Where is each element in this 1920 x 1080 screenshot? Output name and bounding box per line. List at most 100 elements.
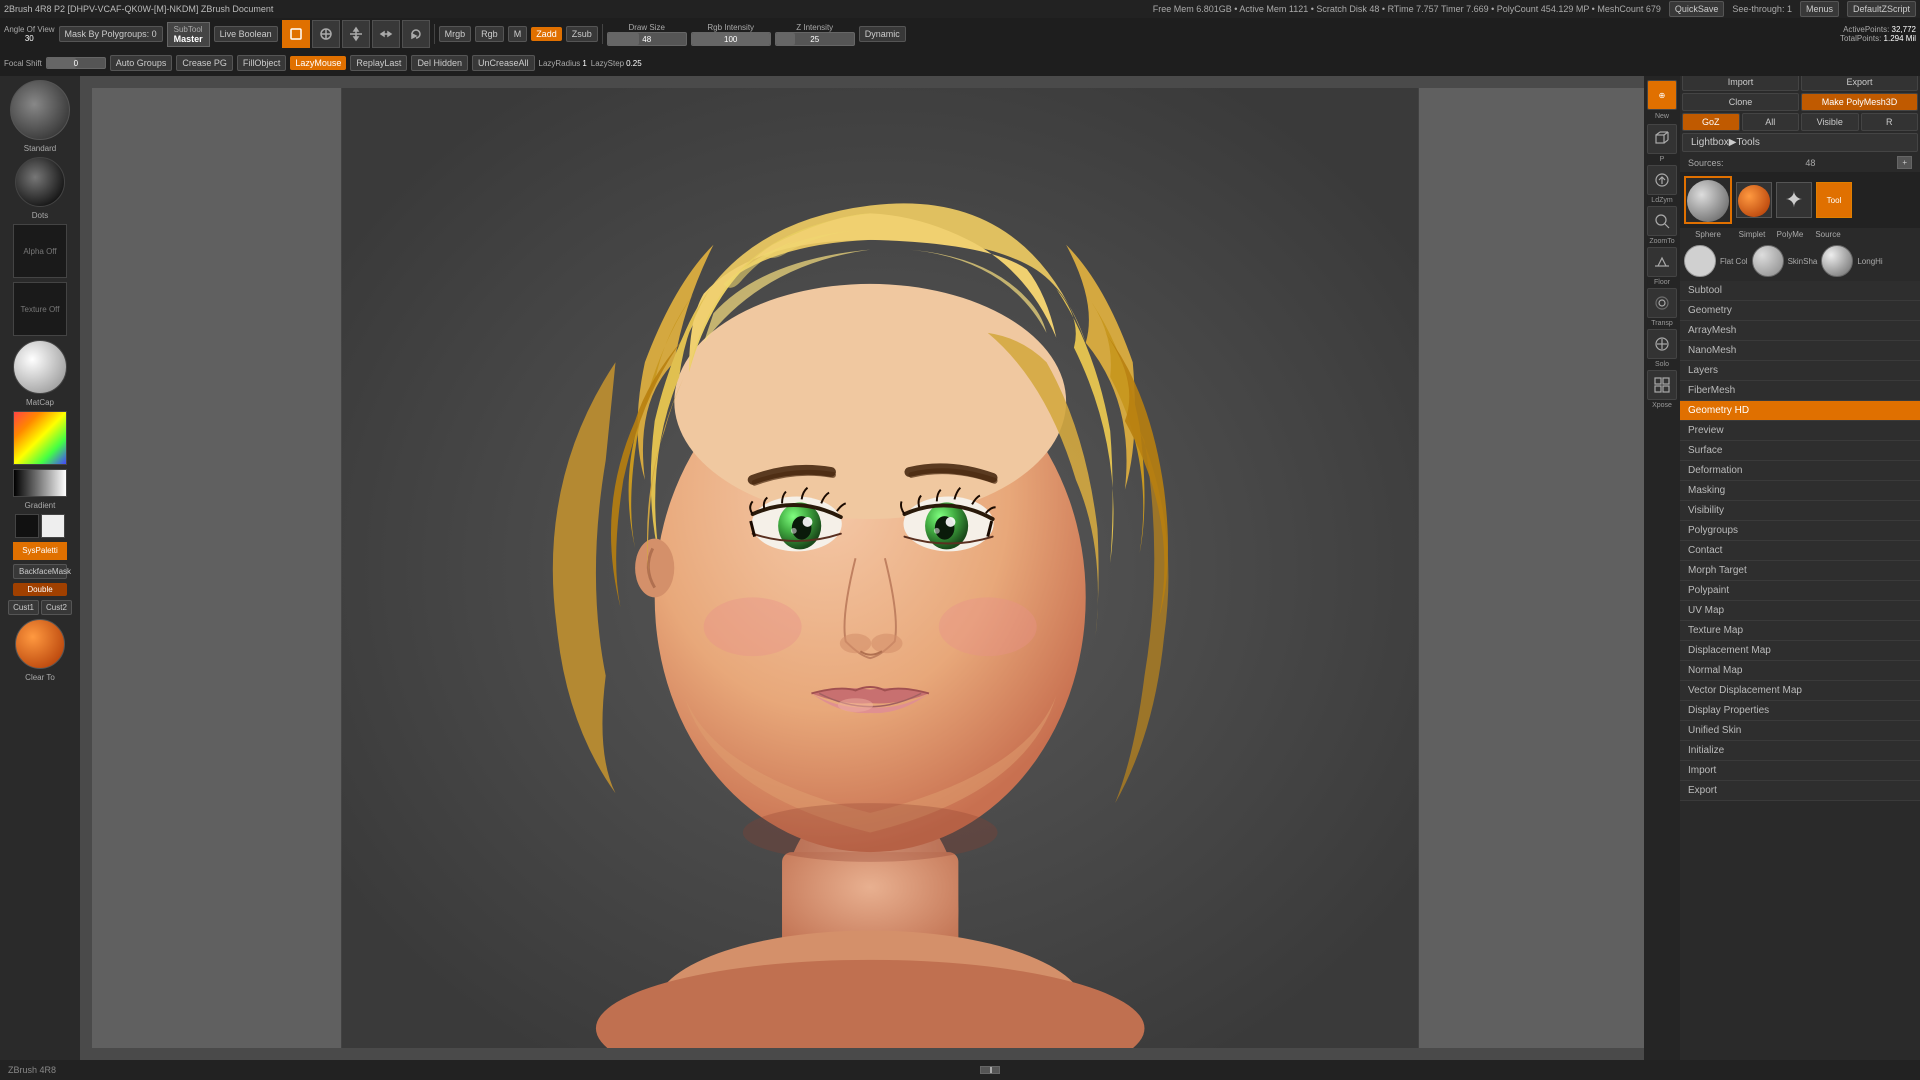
texture-box[interactable]: Texture Off: [13, 282, 67, 336]
tool-thumb-orange[interactable]: [1736, 182, 1772, 218]
edit-mode-btn[interactable]: [282, 20, 310, 48]
make-polymesh-btn[interactable]: Make PolyMesh3D: [1801, 93, 1918, 111]
menus-btn[interactable]: Menus: [1800, 1, 1839, 17]
subtool-item[interactable]: Subtool: [1680, 281, 1920, 301]
visible-btn[interactable]: Visible: [1801, 113, 1859, 131]
cust1-btn[interactable]: Cust1: [8, 600, 39, 615]
texture-map-item[interactable]: Texture Map: [1680, 621, 1920, 641]
un-crease-all-btn[interactable]: UnCreaseAll: [472, 55, 535, 71]
zsub-btn[interactable]: Zsub: [566, 26, 598, 42]
layers-item[interactable]: Layers: [1680, 361, 1920, 381]
rotate-mode-btn[interactable]: [402, 20, 430, 48]
crease-pg-btn[interactable]: Crease PG: [176, 55, 233, 71]
selected-tool-thumb[interactable]: [1684, 176, 1732, 224]
main-toolbar: Angle Of View 30 Mask By Polygroups: 0 S…: [0, 18, 1920, 76]
uv-map-item[interactable]: UV Map: [1680, 601, 1920, 621]
surface-item[interactable]: Surface: [1680, 441, 1920, 461]
skin-shade-btn[interactable]: [1752, 245, 1784, 277]
visibility-item[interactable]: Visibility: [1680, 501, 1920, 521]
subtool-master-btn[interactable]: SubTool Master: [167, 22, 210, 47]
nano-mesh-item[interactable]: NanoMesh: [1680, 341, 1920, 361]
standard-brush-preview[interactable]: [10, 80, 70, 140]
material-preview[interactable]: [13, 340, 67, 394]
gradient-bar[interactable]: [13, 469, 67, 497]
draw-mode-btn[interactable]: [312, 20, 340, 48]
switch-color-btn[interactable]: SysPaletti: [13, 542, 67, 560]
default-zscript-btn[interactable]: DefaultZScript: [1847, 1, 1916, 17]
mask-polygroups-btn[interactable]: Mask By Polygroups: 0: [59, 26, 163, 42]
xpose-icon-btn[interactable]: [1647, 370, 1677, 400]
new-icon: ⊕: [1659, 91, 1666, 100]
displacement-map-item[interactable]: Displacement Map: [1680, 641, 1920, 661]
replay-last-btn[interactable]: ReplayLast: [350, 55, 407, 71]
ldzym-icon-btn[interactable]: [1647, 165, 1677, 195]
rgb-intensity-slider[interactable]: 100: [691, 32, 771, 46]
draw-size-slider[interactable]: 48: [607, 32, 687, 46]
persp-icon-btn[interactable]: [1647, 124, 1677, 154]
normal-map-item[interactable]: Normal Map: [1680, 661, 1920, 681]
foreground-color-swatch[interactable]: [15, 514, 39, 538]
del-hidden-btn[interactable]: Del Hidden: [411, 55, 468, 71]
canvas-area[interactable]: [80, 76, 1680, 1060]
polygroups-item[interactable]: Polygroups: [1680, 521, 1920, 541]
flat-col-btn[interactable]: [1684, 245, 1716, 277]
orange-tool-thumb[interactable]: Tool: [1816, 182, 1852, 218]
angle-value: 30: [25, 34, 34, 43]
preview-item[interactable]: Preview: [1680, 421, 1920, 441]
initialize-item[interactable]: Initialize: [1680, 741, 1920, 761]
solo-icon-btn[interactable]: [1647, 329, 1677, 359]
mrgb-btn[interactable]: Mrgb: [439, 26, 472, 42]
export2-item[interactable]: Export: [1680, 781, 1920, 801]
r-btn[interactable]: R: [1861, 113, 1919, 131]
scale-mode-btn[interactable]: [372, 20, 400, 48]
zadd-btn[interactable]: Zadd: [531, 27, 562, 41]
fiber-mesh-item[interactable]: FiberMesh: [1680, 381, 1920, 401]
polypaint-item[interactable]: Polypaint: [1680, 581, 1920, 601]
array-mesh-item[interactable]: ArrayMesh: [1680, 321, 1920, 341]
import2-item[interactable]: Import: [1680, 761, 1920, 781]
all-btn[interactable]: All: [1742, 113, 1800, 131]
move-mode-btn[interactable]: [342, 20, 370, 48]
live-boolean-btn[interactable]: Live Boolean: [214, 26, 278, 42]
geometry-item[interactable]: Geometry: [1680, 301, 1920, 321]
dots-brush-preview[interactable]: [15, 157, 65, 207]
display-properties-item[interactable]: Display Properties: [1680, 701, 1920, 721]
goz-btn[interactable]: GoZ: [1682, 113, 1740, 131]
alpha-box[interactable]: Alpha Off: [13, 224, 67, 278]
contact-item[interactable]: Contact: [1680, 541, 1920, 561]
double-btn[interactable]: Double: [13, 583, 67, 596]
vector-displacement-map-item[interactable]: Vector Displacement Map: [1680, 681, 1920, 701]
rgb-btn[interactable]: Rgb: [475, 26, 504, 42]
background-color-swatch[interactable]: [41, 514, 65, 538]
timeline-indicator[interactable]: [980, 1066, 1000, 1074]
backface-mask-btn[interactable]: BackfaceMask: [13, 564, 67, 579]
floor-icon-btn[interactable]: [1647, 247, 1677, 277]
z-intensity-slider[interactable]: 25: [775, 32, 855, 46]
auto-groups-btn[interactable]: Auto Groups: [110, 55, 173, 71]
masking-item[interactable]: Masking: [1680, 481, 1920, 501]
unified-skin-item[interactable]: Unified Skin: [1680, 721, 1920, 741]
floor-label: Floor: [1654, 279, 1670, 286]
transp-icon-btn[interactable]: [1647, 288, 1677, 318]
focal-shift-slider[interactable]: 0: [46, 57, 106, 69]
geometry-hd-item[interactable]: Geometry HD: [1680, 401, 1920, 421]
zoomto-icon-btn[interactable]: [1647, 206, 1677, 236]
clone-btn[interactable]: Clone: [1682, 93, 1799, 111]
morph-target-item[interactable]: Morph Target: [1680, 561, 1920, 581]
cust2-btn[interactable]: Cust2: [41, 600, 72, 615]
lightbox-btn[interactable]: Lightbox▶Tools: [1682, 133, 1918, 152]
fill-object-btn[interactable]: FillObject: [237, 55, 287, 71]
quicksave-btn[interactable]: QuickSave: [1669, 1, 1725, 17]
long-hi-btn[interactable]: [1821, 245, 1853, 277]
new-icon-btn[interactable]: ⊕: [1647, 80, 1677, 110]
material-orange-preview[interactable]: [15, 619, 65, 669]
dynamic-btn[interactable]: Dynamic: [859, 26, 906, 42]
deformation-item[interactable]: Deformation: [1680, 461, 1920, 481]
lazy-mouse-btn[interactable]: LazyMouse: [290, 56, 346, 70]
m-btn[interactable]: M: [508, 26, 528, 42]
color-picker[interactable]: [13, 411, 67, 465]
angle-label: Angle Of View: [4, 25, 55, 34]
sources-add-btn[interactable]: +: [1897, 156, 1912, 169]
material-label: MatCap: [26, 398, 54, 407]
star-tool-thumb[interactable]: ✦: [1776, 182, 1812, 218]
